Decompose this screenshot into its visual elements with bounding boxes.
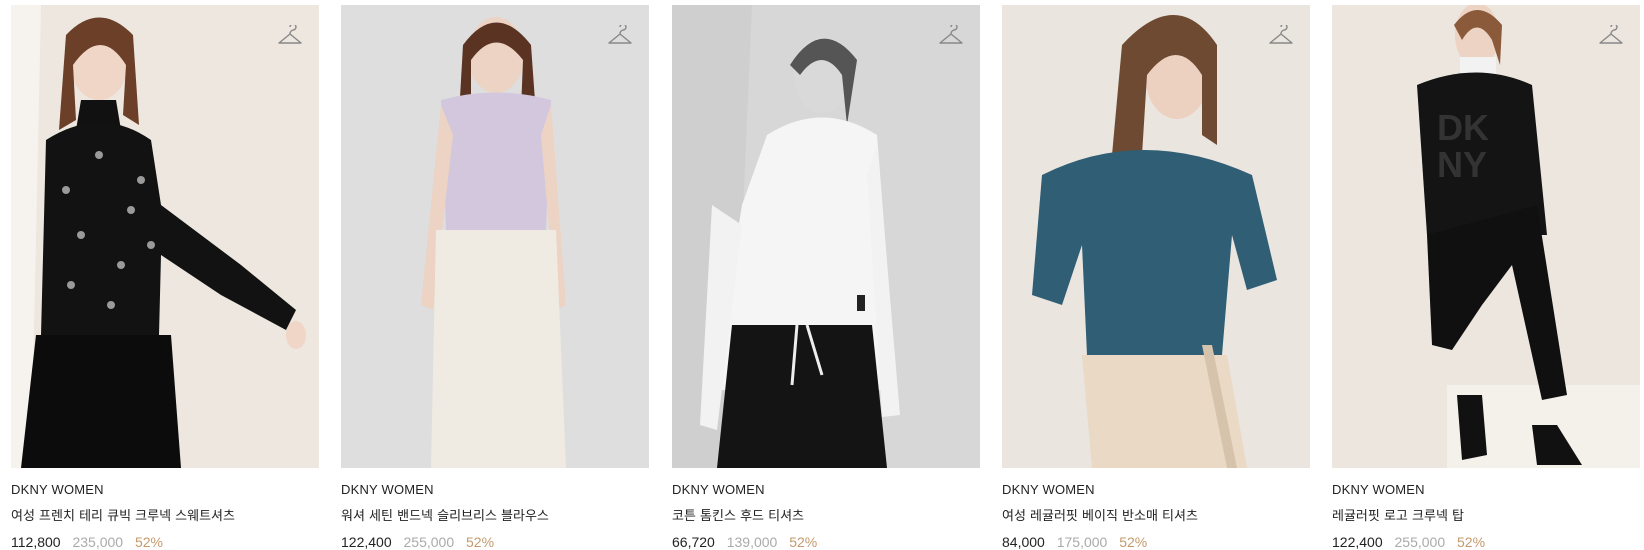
product-brand: DKNY WOMEN: [1002, 482, 1095, 497]
product-brand: DKNY WOMEN: [1332, 482, 1425, 497]
svg-text:DK: DK: [1437, 107, 1489, 148]
hanger-icon[interactable]: [1598, 25, 1624, 47]
product-name[interactable]: 여성 레귤러핏 베이직 반소매 티셔츠: [1002, 505, 1310, 524]
product-grid: DKNY WOMEN 여성 프렌치 테리 큐빅 크루넥 스웨트셔츠 112,80…: [0, 0, 1644, 550]
product-image[interactable]: [672, 5, 980, 468]
product-card[interactable]: DKNY WOMEN 코튼 톰킨스 후드 티셔츠 66,720 139,000 …: [672, 5, 980, 550]
product-name[interactable]: 여성 프렌치 테리 큐빅 크루넥 스웨트셔츠: [11, 505, 319, 524]
product-name[interactable]: 레귤러핏 로고 크루넥 탑: [1332, 505, 1640, 524]
product-card[interactable]: DKNY WOMEN 여성 프렌치 테리 큐빅 크루넥 스웨트셔츠 112,80…: [11, 5, 319, 550]
product-name[interactable]: 워셔 세틴 밴드넥 슬리브리스 블라우스: [341, 505, 649, 524]
product-brand: DKNY WOMEN: [672, 482, 765, 497]
model-photo: [672, 5, 980, 468]
hanger-icon[interactable]: [938, 25, 964, 47]
product-name[interactable]: 코튼 톰킨스 후드 티셔츠: [672, 505, 980, 524]
model-photo: [1002, 5, 1310, 468]
model-photo: DK NY: [1332, 5, 1640, 468]
model-photo: [341, 5, 649, 468]
product-card[interactable]: DK NY DKNY WOMEN 레귤러핏 로고 크루넥 탑 122,400 2…: [1332, 5, 1640, 550]
hanger-icon[interactable]: [1268, 25, 1294, 47]
product-image[interactable]: [341, 5, 649, 468]
svg-text:NY: NY: [1437, 144, 1487, 185]
product-card[interactable]: DKNY WOMEN 워셔 세틴 밴드넥 슬리브리스 블라우스 122,400 …: [341, 5, 649, 550]
product-image[interactable]: DK NY: [1332, 5, 1640, 468]
product-brand: DKNY WOMEN: [341, 482, 434, 497]
hanger-icon[interactable]: [277, 25, 303, 47]
product-card[interactable]: DKNY WOMEN 여성 레귤러핏 베이직 반소매 티셔츠 84,000 17…: [1002, 5, 1310, 550]
product-image[interactable]: [11, 5, 319, 468]
product-brand: DKNY WOMEN: [11, 482, 104, 497]
product-image[interactable]: [1002, 5, 1310, 468]
hanger-icon[interactable]: [607, 25, 633, 47]
model-photo: [11, 5, 319, 468]
